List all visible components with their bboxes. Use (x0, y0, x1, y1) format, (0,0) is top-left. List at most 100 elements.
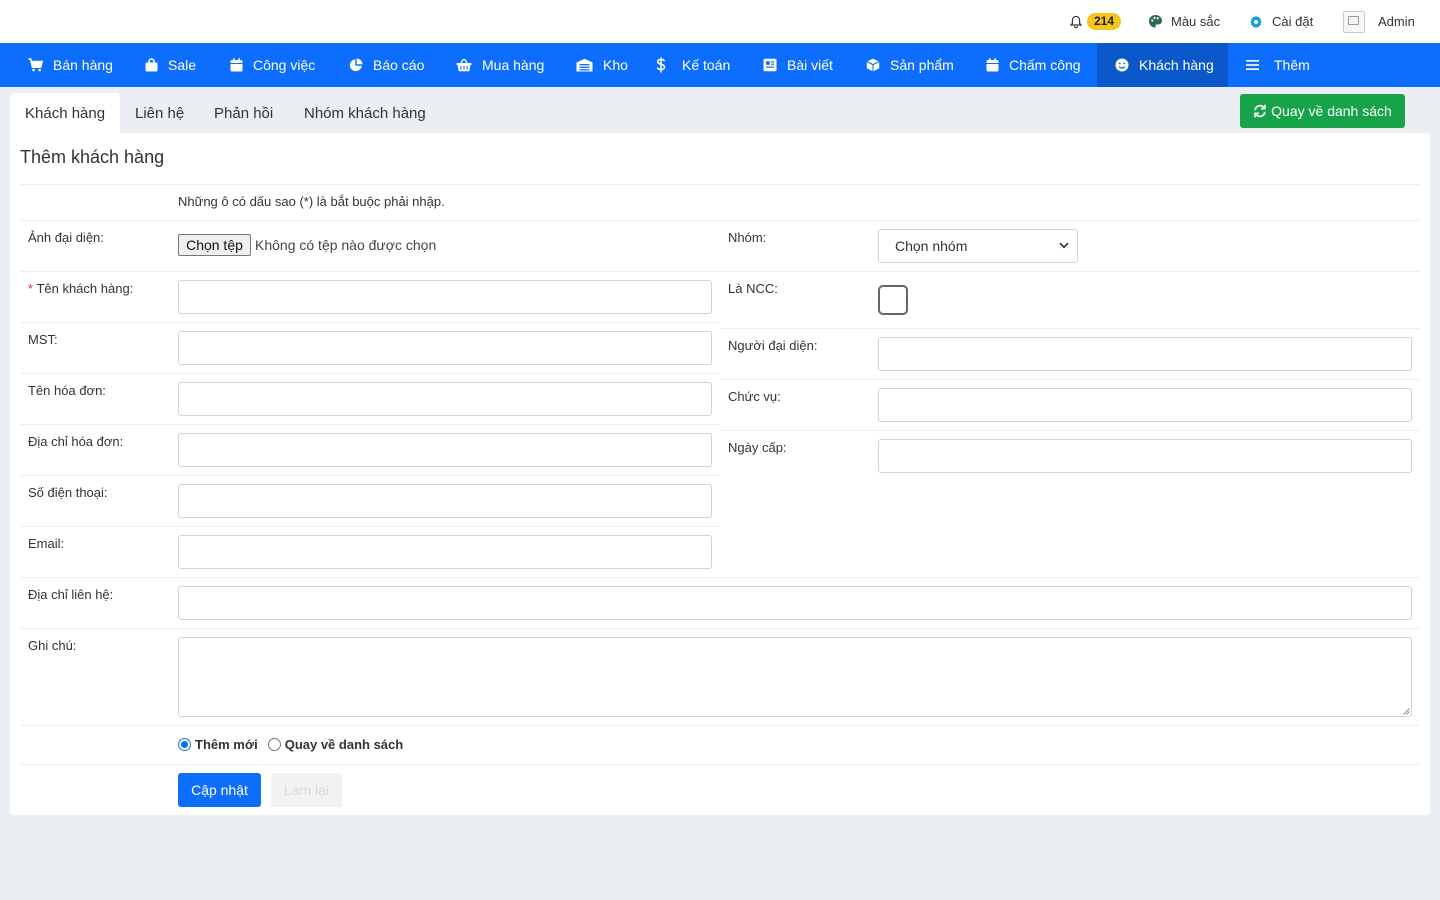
palette-icon (1149, 15, 1162, 28)
divider (20, 764, 1420, 765)
nav-item-cham-cong[interactable]: Chấm công (986, 43, 1081, 87)
back-list-radio[interactable] (267, 738, 281, 751)
divider (720, 328, 1420, 329)
bag-icon (145, 58, 158, 72)
warehouse-icon (576, 58, 593, 72)
phone-input[interactable] (178, 484, 712, 518)
user-name: Admin (1378, 14, 1415, 29)
after-save-options: Thêm mới Quay về danh sách (178, 737, 403, 752)
box-icon (866, 58, 880, 72)
email-label: Email: (28, 536, 65, 551)
divider (720, 430, 1420, 431)
contact-address-input[interactable] (178, 586, 1412, 620)
nav-item-sale[interactable]: Sale (145, 43, 196, 87)
divider (20, 577, 1420, 578)
tab-lien-he[interactable]: Liên hệ (135, 93, 184, 133)
reset-button[interactable]: Làm lại (271, 773, 342, 807)
tax-code-label: MST: (28, 332, 58, 347)
chevron-down-icon (1059, 242, 1069, 249)
tab-khach-hang[interactable]: Khách hàng (10, 93, 120, 133)
back-list-radio-label[interactable]: Quay về danh sách (285, 737, 404, 752)
update-button[interactable]: Cập nhật (178, 773, 261, 807)
nav-item-khach-hang[interactable]: Khách hàng (1097, 43, 1228, 87)
divider (20, 725, 1420, 726)
notifications[interactable]: 214 (1069, 0, 1122, 43)
is-supplier-label: Là NCC: (728, 281, 778, 296)
divider (20, 184, 1420, 185)
divider (20, 373, 720, 374)
cart-icon (28, 58, 43, 72)
back-to-list-button[interactable]: Quay về danh sách (1240, 94, 1405, 128)
calendar-icon (230, 58, 243, 72)
settings-menu[interactable]: Cài đặt (1249, 0, 1313, 43)
sync-icon (1254, 104, 1266, 118)
nav-item-mua-hang[interactable]: Mua hàng (456, 43, 544, 87)
customer-name-input[interactable] (178, 280, 712, 314)
issue-date-label: Ngày cấp: (728, 440, 787, 455)
nav-item-ban-hang[interactable]: Bán hàng (28, 43, 113, 87)
customer-name-label: * Tên khách hàng: (28, 281, 134, 296)
invoice-name-label: Tên hóa đơn: (28, 383, 106, 398)
page-title: Thêm khách hàng (20, 147, 165, 167)
divider (20, 271, 1420, 272)
contact-address-label: Địa chỉ liên hệ: (28, 587, 114, 602)
menu-icon (1246, 60, 1259, 70)
bell-icon (1069, 15, 1083, 28)
representative-input[interactable] (878, 337, 1412, 371)
avatar-label: Ảnh đại diện: (28, 230, 104, 245)
color-menu[interactable]: Màu sắc (1148, 0, 1220, 43)
notes-label: Ghi chú: (28, 638, 77, 653)
divider (20, 424, 720, 425)
position-label: Chức vụ: (728, 389, 781, 404)
settings-label: Cài đặt (1272, 14, 1314, 29)
add-new-radio[interactable] (178, 738, 191, 751)
smile-icon (1115, 58, 1129, 72)
user-menu[interactable]: Admin (1343, 0, 1415, 43)
divider (20, 220, 1420, 221)
issue-date-input[interactable] (878, 439, 1412, 473)
calendar-icon (986, 58, 999, 72)
group-select[interactable]: Chọn nhóm (878, 229, 1078, 263)
file-status: Không có tệp nào được chọn (255, 237, 437, 253)
avatar (1343, 10, 1365, 33)
book-icon (763, 58, 777, 72)
choose-file-button[interactable]: Chọn tệp (178, 234, 251, 256)
divider (20, 322, 720, 323)
nav-item-cong-viec[interactable]: Công việc (230, 43, 315, 87)
divider (20, 526, 720, 527)
main-nav: Bán hàng Sale Công việc Báo cáo Mua hàng… (0, 43, 1440, 87)
nav-item-kho[interactable]: Kho (576, 43, 628, 87)
tab-phan-hoi[interactable]: Phản hồi (214, 93, 273, 133)
is-supplier-checkbox[interactable] (878, 285, 908, 315)
notes-textarea[interactable] (178, 637, 1412, 717)
invoice-address-label: Địa chỉ hóa đơn: (28, 434, 124, 449)
divider (720, 379, 1420, 380)
invoice-address-input[interactable] (178, 433, 712, 467)
divider (20, 475, 720, 476)
notification-count-badge: 214 (1087, 13, 1122, 30)
nav-item-bao-cao[interactable]: Báo cáo (349, 43, 424, 87)
invoice-name-input[interactable] (178, 382, 712, 416)
position-input[interactable] (878, 388, 1412, 422)
nav-item-them[interactable]: Thêm (1246, 43, 1310, 87)
tax-code-input[interactable] (178, 331, 712, 365)
phone-label: Số điện thoại: (28, 485, 108, 500)
email-input[interactable] (178, 535, 712, 569)
color-label: Màu sắc (1171, 14, 1221, 29)
resize-grip-icon[interactable] (1402, 707, 1410, 715)
nav-item-ke-toan[interactable]: Kế toán (656, 43, 730, 87)
nav-item-san-pham[interactable]: Sản phẩm (866, 43, 954, 87)
group-label: Nhóm: (728, 230, 767, 245)
tab-nhom-khach-hang[interactable]: Nhóm khách hàng (304, 93, 426, 133)
top-bar: 214 Màu sắc Cài đặt Admin (0, 0, 1440, 43)
nav-item-bai-viet[interactable]: Bài viết (763, 43, 833, 87)
required-note: Những ô có dấu sao (*) là bắt buộc phải … (178, 194, 445, 209)
pie-chart-icon (349, 58, 363, 72)
gear-icon (1250, 15, 1262, 28)
representative-label: Người đại diện: (728, 338, 818, 353)
add-new-radio-label[interactable]: Thêm mới (195, 737, 258, 752)
divider (20, 628, 1420, 629)
dollar-icon (656, 57, 666, 73)
group-select-value: Chọn nhóm (895, 238, 968, 254)
basket-icon (456, 58, 472, 72)
